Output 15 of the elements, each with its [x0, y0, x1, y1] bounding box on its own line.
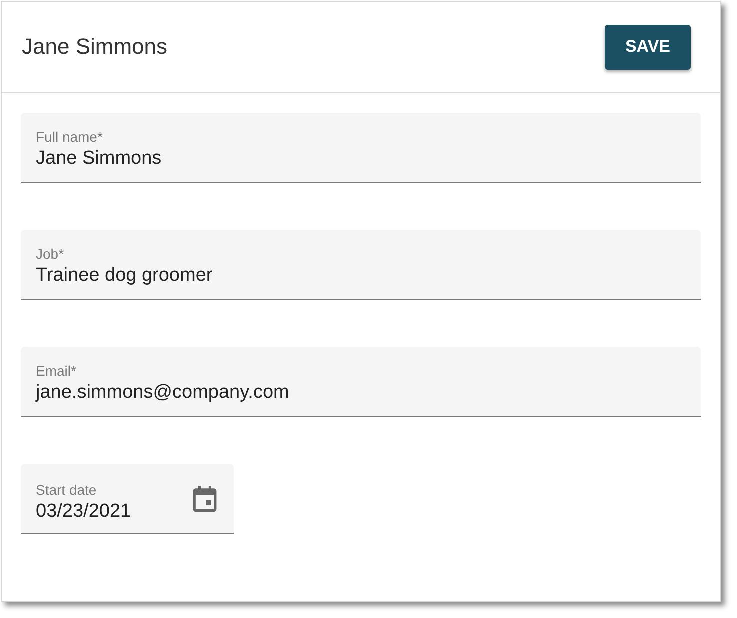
page-title: Jane Simmons: [22, 34, 168, 60]
field-value: 03/23/2021: [36, 500, 132, 524]
field-label: Start date: [36, 482, 98, 498]
field-label: Job*: [36, 246, 66, 262]
calendar-icon[interactable]: [193, 486, 217, 512]
text-field[interactable]: Full name* Jane Simmons: [21, 113, 701, 183]
field-label: Full name*: [36, 129, 104, 145]
save-button[interactable]: SAVE: [605, 24, 691, 70]
text-field[interactable]: Email* jane.simmons@company.com: [21, 347, 701, 417]
field-value: jane.simmons@company.com: [36, 381, 290, 405]
date-field[interactable]: Start date 03/23/2021: [21, 464, 234, 534]
field-value: Jane Simmons: [36, 147, 163, 171]
field-label: Email*: [36, 363, 78, 379]
text-field[interactable]: Job* Trainee dog groomer: [21, 230, 701, 300]
field-value: Trainee dog groomer: [36, 264, 214, 288]
